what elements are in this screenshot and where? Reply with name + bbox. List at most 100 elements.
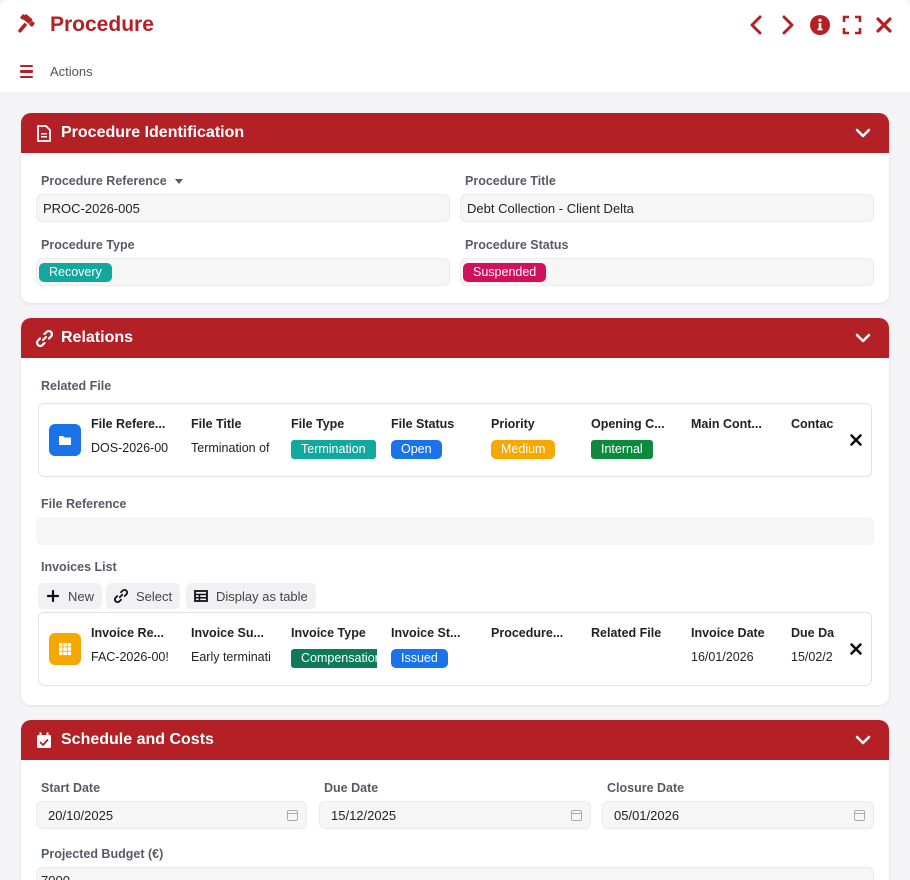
gavel-icon	[14, 12, 40, 38]
invoice-subject-column: Invoice Su... Early terminati	[191, 626, 277, 664]
procedure-identification-panel: Procedure Identification Procedure Refer…	[21, 113, 889, 303]
invoice-date-column: Invoice Date 16/01/2026	[691, 626, 777, 664]
column-header: File Refere...	[91, 417, 166, 431]
procedure-title-field[interactable]: Debt Collection - Client Delta	[460, 194, 874, 222]
section-title: Procedure Identification	[61, 124, 245, 141]
related-file-label: Related File	[41, 379, 112, 393]
folder-icon	[49, 424, 81, 456]
next-icon[interactable]	[778, 14, 798, 36]
invoice-status-column: Invoice St... Issued	[391, 626, 477, 668]
due-date-column: Due Da 15/02/2	[791, 626, 837, 664]
projected-budget-field[interactable]: 7000	[36, 867, 874, 880]
actions-bar: Actions	[20, 64, 93, 79]
invoice-type-column: Invoice Type Compensation	[291, 626, 377, 668]
hamburger-menu-icon[interactable]	[20, 64, 36, 79]
procedure-status-badge: Suspended	[463, 262, 547, 282]
schedule-and-costs-panel: Schedule and Costs Start Date 20/10/2025…	[21, 720, 889, 880]
close-icon[interactable]	[874, 14, 894, 36]
fullscreen-icon[interactable]	[842, 14, 862, 36]
procedure-type-badge: Recovery	[39, 262, 112, 282]
column-header: File Status	[391, 417, 455, 431]
column-header: Related File	[591, 626, 662, 640]
file-type-column: File Type Termination	[291, 417, 377, 459]
column-header: Invoice Date	[691, 626, 765, 640]
document-icon	[35, 124, 53, 142]
actions-menu-button[interactable]: Actions	[50, 64, 93, 79]
chevron-down-icon[interactable]	[855, 125, 871, 141]
plus-icon	[46, 589, 60, 603]
info-icon[interactable]	[810, 14, 830, 36]
column-header: Priority	[491, 417, 535, 431]
invoice-card[interactable]: Invoice Re... FAC-2026-00! Invoice Su...…	[38, 612, 872, 686]
due-date-value: 15/12/2025	[331, 807, 397, 823]
procedure-identification-header[interactable]: Procedure Identification	[21, 113, 889, 153]
column-header: Contac	[791, 417, 834, 431]
section-title: Schedule and Costs	[61, 731, 214, 748]
chevron-down-icon[interactable]	[855, 330, 871, 346]
caret-down-icon[interactable]	[174, 179, 183, 185]
due-date-field[interactable]: 15/12/2025	[319, 801, 591, 829]
column-header: Procedure...	[491, 626, 564, 640]
invoice-reference-column: Invoice Re... FAC-2026-00!	[91, 626, 177, 664]
procedure-reference-label: Procedure Reference	[41, 174, 183, 188]
relations-header[interactable]: Relations	[21, 318, 889, 358]
select-invoice-button[interactable]: Select	[106, 583, 181, 609]
chevron-down-icon[interactable]	[855, 732, 871, 748]
calendar-icon[interactable]	[571, 810, 582, 821]
file-reference-column: File Refere... DOS-2026-00	[91, 417, 177, 455]
procedure-reference-field[interactable]: PROC-2026-005	[36, 194, 450, 222]
due-date-value: 15/02/2	[791, 650, 833, 664]
remove-icon[interactable]	[849, 433, 863, 447]
file-title-column: File Title Termination of	[191, 417, 277, 455]
schedule-and-costs-header[interactable]: Schedule and Costs	[21, 720, 889, 760]
related-file-card[interactable]: File Refere... DOS-2026-00 File Title Te…	[38, 403, 872, 477]
previous-icon[interactable]	[746, 14, 766, 36]
file-status-badge: Open	[391, 440, 442, 459]
column-header: Invoice St...	[391, 626, 461, 640]
procedure-window: Procedure Actions Procedure Identificati…	[0, 0, 910, 880]
remove-icon[interactable]	[849, 642, 863, 656]
contact-column: Contac	[791, 417, 839, 431]
start-date-label: Start Date	[41, 781, 101, 795]
procedure-status-label: Procedure Status	[465, 238, 569, 252]
column-header: File Title	[191, 417, 242, 431]
calendar-icon[interactable]	[287, 810, 298, 821]
invoice-related-file-column: Related File	[591, 626, 677, 640]
column-header: File Type	[291, 417, 345, 431]
file-reference-field[interactable]	[36, 517, 874, 545]
calendar-icon[interactable]	[854, 810, 865, 821]
file-status-column: File Status Open	[391, 417, 477, 459]
file-type-badge: Termination	[291, 440, 376, 459]
main-contact-column: Main Cont...	[691, 417, 777, 431]
new-invoice-button[interactable]: New	[38, 583, 103, 609]
button-label: Display as table	[216, 588, 308, 604]
column-header: Opening C...	[591, 417, 665, 431]
link-icon	[35, 329, 53, 347]
closure-date-field[interactable]: 05/01/2026	[602, 801, 874, 829]
file-reference-value: DOS-2026-00	[91, 441, 169, 455]
display-as-table-button[interactable]: Display as table	[186, 583, 316, 609]
start-date-field[interactable]: 20/10/2025	[36, 801, 307, 829]
button-label: New	[68, 588, 95, 604]
procedure-type-field[interactable]: Recovery	[36, 258, 450, 286]
procedure-status-field[interactable]: Suspended	[460, 258, 874, 286]
closure-date-label: Closure Date	[607, 781, 685, 795]
procedure-type-label: Procedure Type	[41, 238, 135, 252]
column-header: Invoice Su...	[191, 626, 264, 640]
priority-badge: Medium	[491, 440, 556, 459]
closure-date-value: 05/01/2026	[614, 807, 680, 823]
start-date-value: 20/10/2025	[48, 807, 114, 823]
grid-icon	[49, 633, 81, 665]
table-icon	[194, 589, 208, 603]
column-header: Invoice Re...	[91, 626, 164, 640]
relations-panel: Relations Related File File Refere... DO…	[21, 318, 889, 705]
invoices-list-label: Invoices List	[41, 560, 117, 574]
link-icon	[114, 589, 128, 603]
priority-column: Priority Medium	[491, 417, 577, 459]
invoice-status-badge: Issued	[391, 649, 448, 668]
invoice-reference-value: FAC-2026-00!	[91, 650, 169, 664]
opening-badge: Internal	[591, 440, 653, 459]
invoice-subject-value: Early terminati	[191, 650, 271, 664]
window-title: Procedure	[50, 13, 154, 36]
file-reference-label: File Reference	[41, 497, 127, 511]
